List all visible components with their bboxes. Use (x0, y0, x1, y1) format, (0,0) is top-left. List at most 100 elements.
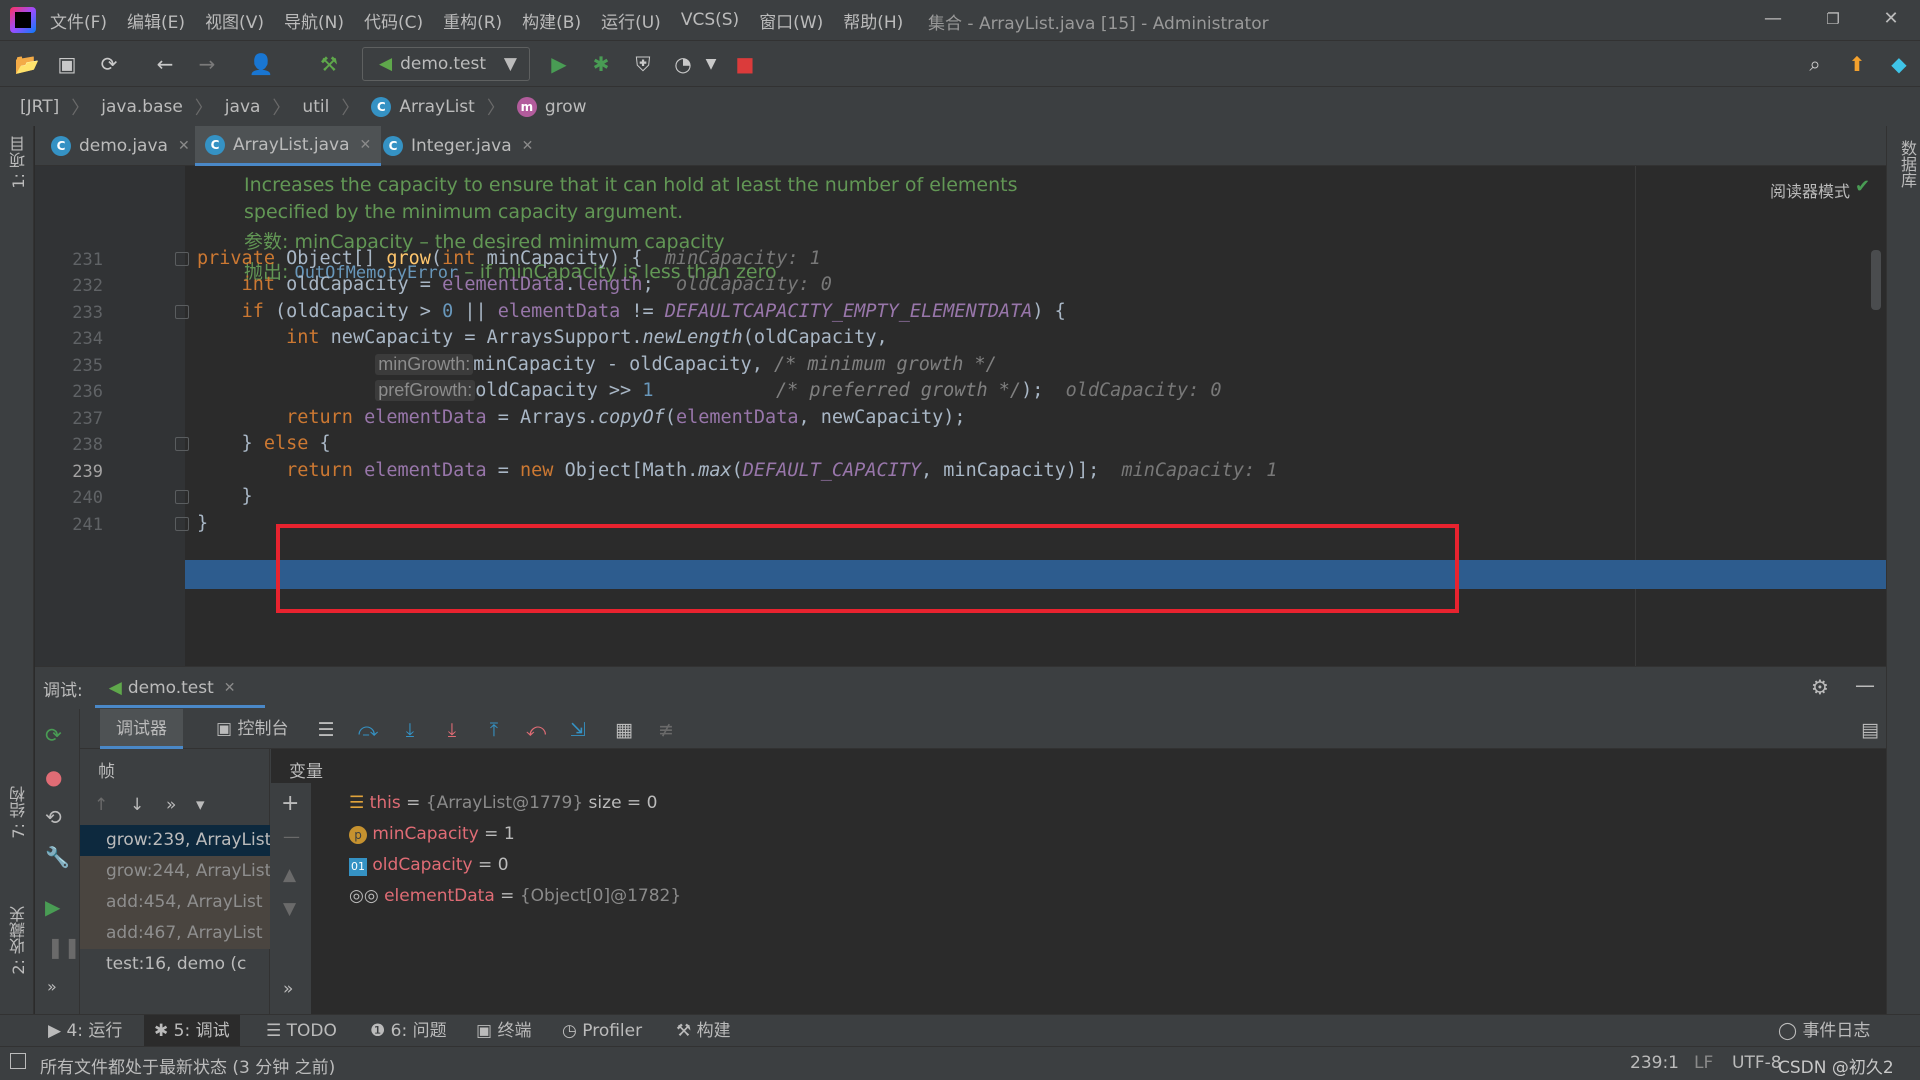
variable-row[interactable]: ◎◎ elementData = {Object[0]@1782} (349, 886, 681, 906)
step-over-icon[interactable]: ⤼ (354, 717, 382, 743)
restore-icon[interactable]: ❐ (1810, 4, 1856, 34)
status-toggle-icon[interactable] (10, 1053, 26, 1069)
user-icon[interactable]: 👤 (246, 49, 276, 79)
run-tool-button[interactable]: ▶ 4: 运行 (48, 1015, 122, 1047)
fold-marker-icon[interactable] (175, 437, 189, 451)
frame-item[interactable]: grow:244, ArrayList (80, 856, 270, 887)
close-tab-icon[interactable]: ✕ (178, 138, 190, 154)
variable-row[interactable]: ☰ this = {ArrayList@1779} size = 0 (349, 793, 657, 813)
breadcrumb-util[interactable]: util (302, 97, 329, 117)
tab-debugger[interactable]: 调试器 (100, 709, 183, 749)
filter-chevron-icon[interactable]: ▾ (196, 795, 205, 815)
layout-icon[interactable]: ▤ (1856, 717, 1884, 743)
back-icon[interactable]: ← (150, 49, 180, 79)
menu-refactor[interactable]: 重构(R) (443, 8, 502, 33)
variable-row[interactable]: 01 oldCapacity = 0 (349, 855, 509, 876)
breadcrumb-java-base[interactable]: java.base (101, 97, 183, 117)
remove-watch-icon[interactable]: — (283, 827, 300, 847)
fold-marker-icon[interactable] (175, 490, 189, 504)
drop-frame-icon[interactable]: ⤺ (522, 717, 550, 743)
project-tool-button[interactable]: 1: 项目 (7, 136, 31, 189)
line-separator[interactable]: LF (1694, 1053, 1713, 1073)
menu-build[interactable]: 构建(B) (522, 8, 581, 33)
fold-marker-icon[interactable] (175, 517, 189, 531)
tab-integer-java[interactable]: C Integer.java ✕ (373, 126, 543, 166)
profiler-tool-button[interactable]: ◷ Profiler (562, 1015, 642, 1047)
editor-scrollbar[interactable] (1871, 250, 1881, 310)
tab-arraylist-java[interactable]: C ArrayList.java ✕ (195, 126, 382, 166)
add-watch-icon[interactable]: + (281, 791, 299, 816)
todo-tool-button[interactable]: ☰ TODO (266, 1015, 337, 1047)
tab-console[interactable]: ▣ 控制台 (200, 709, 304, 749)
menu-code[interactable]: 代码(C) (364, 8, 423, 33)
menu-view[interactable]: 视图(V) (205, 8, 264, 33)
minimize-icon[interactable]: — (1750, 4, 1796, 34)
wrench-icon[interactable]: 🔧 (45, 845, 70, 869)
build-hammer-icon[interactable]: ⚒ (314, 49, 344, 79)
frame-item[interactable]: add:467, ArrayList (80, 918, 270, 949)
coverage-icon[interactable]: ⛨ (628, 49, 658, 79)
view-breakpoints-icon[interactable]: ● (45, 765, 62, 789)
breadcrumb-grow[interactable]: m grow (516, 96, 587, 117)
step-into-icon[interactable]: ⤓ (396, 717, 424, 743)
favorites-tool-button[interactable]: 2: 收藏夹 (7, 906, 31, 975)
frame-item[interactable]: test:16, demo (c (80, 949, 270, 980)
profile-icon[interactable]: ◔ (668, 49, 698, 79)
step-out-icon[interactable]: ⤒ (480, 717, 508, 743)
menu-file[interactable]: 文件(F) (50, 8, 107, 33)
menu-help[interactable]: 帮助(H) (843, 8, 903, 33)
pause-icon[interactable]: ❚❚ (47, 935, 81, 959)
update-icon[interactable]: ⬆ (1842, 49, 1872, 79)
sync-icon[interactable]: ⟳ (94, 49, 124, 79)
list-icon[interactable]: ☰ (312, 717, 340, 743)
run-config-select[interactable]: ◀ demo.test ▼ (362, 47, 530, 81)
code-editor[interactable]: Increases the capacity to ensure that it… (35, 166, 1886, 666)
event-log-button[interactable]: ◯ 事件日志 (1778, 1015, 1870, 1047)
menu-edit[interactable]: 编辑(E) (127, 8, 185, 33)
rerun-icon[interactable]: ⟳ (45, 723, 62, 747)
file-encoding[interactable]: UTF-8 (1732, 1053, 1782, 1073)
save-icon[interactable]: ▣ (52, 49, 82, 79)
structure-tool-button[interactable]: 7: 结构 (7, 786, 31, 839)
debug-bug-icon[interactable]: ✱ (586, 49, 616, 79)
up-arrow-icon[interactable]: ↑ (94, 795, 108, 815)
build-tool-button[interactable]: ⚒ 构建 (676, 1015, 731, 1047)
run-to-cursor-icon[interactable]: ⇲ (564, 717, 592, 743)
restore-layout-icon[interactable]: ⟲ (45, 805, 62, 829)
close-tab-icon[interactable]: ✕ (360, 137, 372, 153)
fold-marker-icon[interactable] (175, 252, 189, 266)
search-icon[interactable]: ⌕ (1800, 49, 1830, 79)
debug-session-tab[interactable]: demo.test (128, 678, 214, 698)
menu-window[interactable]: 窗口(W) (759, 8, 823, 33)
caret-position[interactable]: 239:1 (1630, 1053, 1679, 1073)
breadcrumb-arraylist[interactable]: C ArrayList (371, 96, 475, 117)
plugin-icon[interactable]: ◆ (1884, 49, 1914, 79)
trace-icon[interactable]: ≢ (652, 717, 680, 743)
forward-icon[interactable]: → (192, 49, 222, 79)
variable-row[interactable]: p minCapacity = 1 (349, 824, 515, 844)
close-window-icon[interactable]: ✕ (1868, 4, 1914, 34)
debug-tool-button[interactable]: ✱ 5: 调试 (144, 1015, 240, 1047)
breadcrumb-java[interactable]: java (225, 97, 261, 117)
open-folder-icon[interactable]: 📂 (12, 49, 42, 79)
breadcrumb-jrt[interactable]: [JRT] (20, 97, 59, 117)
more-icon[interactable]: » (47, 977, 57, 996)
frame-item[interactable]: add:454, ArrayList (80, 887, 270, 918)
close-session-icon[interactable]: ✕ (224, 680, 236, 696)
evaluate-expression-icon[interactable]: ▦ (610, 717, 638, 743)
down-arrow-icon[interactable]: ↓ (130, 795, 144, 815)
fold-marker-icon[interactable] (175, 305, 189, 319)
problems-tool-button[interactable]: ❶ 6: 问题 (370, 1015, 447, 1047)
menu-run[interactable]: 运行(U) (601, 8, 661, 33)
hide-panel-icon[interactable]: — (1855, 673, 1875, 697)
move-down-icon[interactable]: ▼ (283, 899, 296, 919)
reader-mode-toggle[interactable]: 阅读器模式 (1770, 178, 1850, 202)
more-run-chevron-icon[interactable]: ▼ (696, 49, 726, 79)
close-tab-icon[interactable]: ✕ (522, 138, 534, 154)
menu-vcs[interactable]: VCS(S) (681, 10, 739, 30)
tab-demo-java[interactable]: C demo.java ✕ (41, 126, 200, 166)
settings-gear-icon[interactable]: ⚙ (1811, 675, 1829, 699)
more-chevron-icon[interactable]: » (166, 795, 176, 815)
stop-icon[interactable]: ■ (730, 49, 760, 79)
run-icon[interactable]: ▶ (544, 49, 574, 79)
